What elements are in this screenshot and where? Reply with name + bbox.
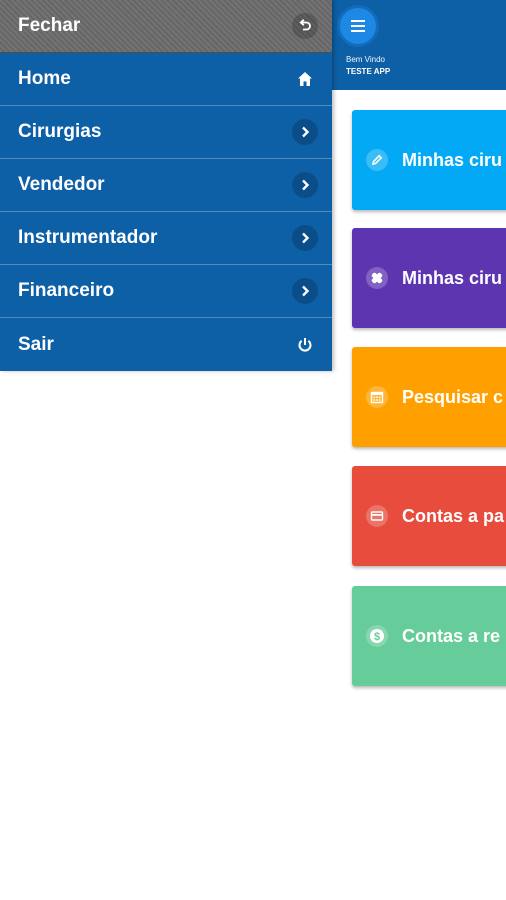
drawer-item-label: Vendedor bbox=[18, 174, 105, 195]
pencil-icon bbox=[366, 149, 388, 171]
home-icon bbox=[292, 66, 318, 92]
calendar-icon bbox=[366, 386, 388, 408]
drawer-item-label: Home bbox=[18, 68, 71, 89]
svg-text:$: $ bbox=[374, 631, 380, 643]
bandage-icon bbox=[366, 267, 388, 289]
card-pesquisar[interactable]: Pesquisar c bbox=[352, 347, 506, 447]
card-label: Contas a re bbox=[402, 625, 501, 646]
drawer-item-label: Fechar bbox=[18, 15, 81, 36]
card-label: Minhas ciru bbox=[402, 267, 503, 288]
drawer-item-label: Financeiro bbox=[18, 280, 115, 301]
drawer-item-cirurgias[interactable]: Cirurgias bbox=[0, 106, 332, 159]
drawer-item-label: Sair bbox=[18, 333, 54, 355]
menu-button[interactable] bbox=[340, 8, 376, 44]
chevron-right-icon bbox=[292, 119, 318, 145]
chevron-right-icon bbox=[292, 172, 318, 198]
card-contas-a-receber[interactable]: $ Contas a re bbox=[352, 586, 506, 686]
welcome-text: Bem Vindo TESTE APP bbox=[346, 54, 390, 78]
chevron-right-icon bbox=[292, 225, 318, 251]
drawer-close-button[interactable]: Fechar bbox=[0, 0, 332, 53]
drawer-item-instrumentador[interactable]: Instrumentador bbox=[0, 212, 332, 265]
drawer-item-label: Instrumentador bbox=[18, 227, 158, 248]
welcome-greeting: Bem Vindo bbox=[346, 55, 385, 64]
drawer-item-financeiro[interactable]: Financeiro bbox=[0, 265, 332, 318]
drawer-item-label: Cirurgias bbox=[18, 121, 102, 142]
credit-card-icon bbox=[366, 505, 388, 527]
hamburger-icon bbox=[351, 20, 365, 32]
power-icon bbox=[292, 332, 318, 358]
chevron-right-icon bbox=[292, 278, 318, 304]
app-screen: Bem Vindo TESTE APP Minhas ciru Minhas c… bbox=[0, 0, 506, 900]
card-contas-a-pagar[interactable]: Contas a pa bbox=[352, 466, 506, 566]
card-minhas-cirurgias-2[interactable]: Minhas ciru bbox=[352, 228, 506, 328]
drawer-item-home[interactable]: Home bbox=[0, 53, 332, 106]
drawer-item-vendedor[interactable]: Vendedor bbox=[0, 159, 332, 212]
undo-icon bbox=[292, 13, 318, 39]
card-minhas-cirurgias[interactable]: Minhas ciru bbox=[352, 110, 506, 210]
welcome-user: TESTE APP bbox=[346, 67, 391, 76]
card-label: Contas a pa bbox=[402, 505, 505, 526]
card-label: Pesquisar c bbox=[402, 386, 504, 407]
dollar-icon: $ bbox=[366, 625, 388, 647]
side-drawer: Fechar Home Cirurgias Vendedor Instrumen… bbox=[0, 0, 332, 371]
card-label: Minhas ciru bbox=[402, 149, 503, 170]
drawer-item-sair[interactable]: Sair bbox=[0, 318, 332, 371]
